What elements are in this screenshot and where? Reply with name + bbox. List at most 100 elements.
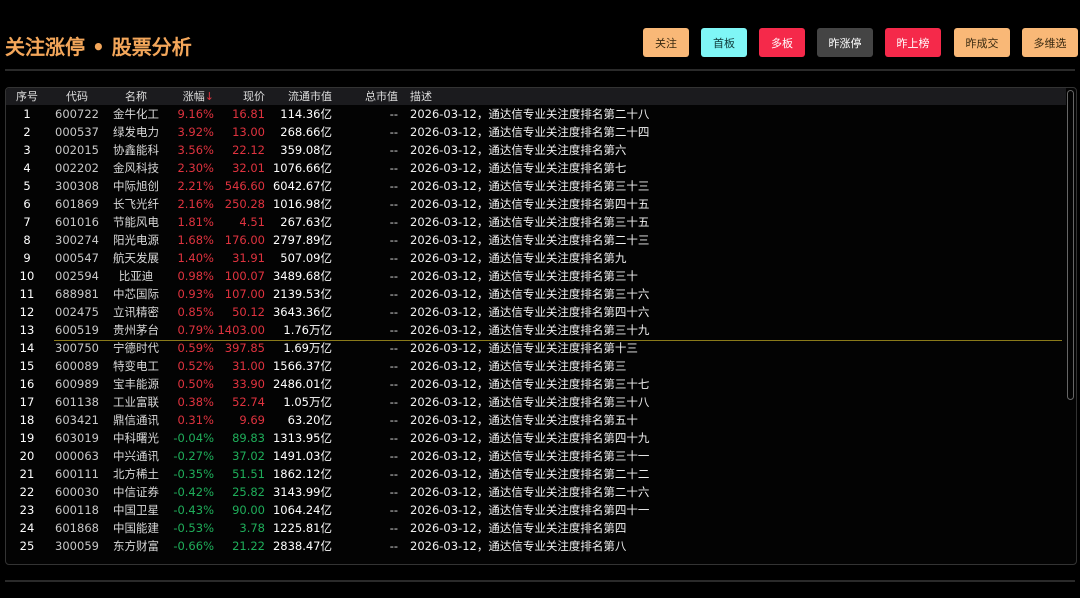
col-desc[interactable]: 描述 [410,88,432,105]
cell-name: 中科曙光 [113,431,159,445]
table-row[interactable]: 10 002594 比亚迪 0.98% 100.07 3489.68亿 -- 2026-03-… [6,267,1066,285]
cell-desc: 2026-03-12，通达信专业关注度排名第三十五 [410,215,650,229]
cell-price: 33.90 [232,377,265,391]
page-title: 关注涨停 • 股票分析 [5,35,192,59]
filter-button-2[interactable]: 首板 [701,28,747,57]
col-total-cap[interactable]: 总市值 [336,88,398,105]
table-row[interactable]: 18 603421 鼎信通讯 0.31% 9.69 63.20亿 -- 2026-03-12，… [6,411,1066,429]
cell-code: 603019 [55,431,99,445]
table-row[interactable]: 2 000537 绿发电力 3.92% 13.00 268.66亿 -- 2026-03-12… [6,123,1066,141]
table-row[interactable]: 20 000063 中兴通讯 -0.27% 37.02 1491.03亿 -- 2026-03… [6,447,1066,465]
cell-price: 397.85 [224,341,265,355]
table-row[interactable]: 14 300750 宁德时代 0.59% 397.85 1.69万亿 -- 2026-03-1… [6,339,1066,357]
cell-float-cap: 359.08亿 [280,143,332,157]
cell-desc: 2026-03-12，通达信专业关注度排名第九 [410,251,627,265]
cell-chg: 0.31% [177,413,214,427]
cell-chg: 0.59% [177,341,214,355]
cell-code: 601869 [55,197,99,211]
cell-float-cap: 1016.98亿 [272,197,332,211]
cell-idx: 12 [19,305,35,319]
table-row[interactable]: 6 601869 长飞光纤 2.16% 250.28 1016.98亿 -- 2026-03-… [6,195,1066,213]
table-row[interactable]: 1 600722 金牛化工 9.16% 16.81 114.36亿 -- 2026-03-12… [6,105,1066,123]
filter-button-6[interactable]: 昨成交 [954,28,1010,57]
table-row[interactable]: 13 600519 贵州茅台 0.79% 1403.00 1.76万亿 -- 2026-03-… [6,321,1066,339]
table-row[interactable]: 12 002475 立讯精密 0.85% 50.12 3643.36亿 -- 2026-03-… [6,303,1066,321]
col-idx[interactable]: 序号 [6,88,48,105]
scrollbar-thumb[interactable] [1067,90,1074,400]
filter-button-3[interactable]: 多板 [759,28,805,57]
cell-chg: 0.79% [177,323,214,337]
cell-chg: 3.92% [177,125,214,139]
table-row[interactable]: 17 601138 工业富联 0.38% 52.74 1.05万亿 -- 2026-03-12… [6,393,1066,411]
cell-name: 宝丰能源 [113,377,159,391]
table-row[interactable]: 3 002015 协鑫能科 3.56% 22.12 359.08亿 -- 2026-03-12… [6,141,1066,159]
table-row[interactable]: 11 688981 中芯国际 0.93% 107.00 2139.53亿 -- 2026-03… [6,285,1066,303]
filter-button-4[interactable]: 昨涨停 [817,28,873,57]
filter-button-7[interactable]: 多维选 [1022,28,1078,57]
cell-float-cap: 3643.36亿 [272,305,332,319]
table-row[interactable]: 25 300059 东方财富 -0.66% 21.22 2838.47亿 -- 2026-03… [6,537,1066,555]
table-row[interactable]: 8 300274 阳光电源 1.68% 176.00 2797.89亿 -- 2026-03-… [6,231,1066,249]
cell-total-cap: -- [389,377,398,391]
col-code[interactable]: 代码 [51,88,103,105]
cell-code: 600722 [55,107,99,121]
cell-chg: 0.93% [177,287,214,301]
cell-float-cap: 268.66亿 [280,125,332,139]
cell-chg: -0.42% [173,485,214,499]
cell-name: 航天发展 [113,251,159,265]
cell-price: 176.00 [224,233,265,247]
table-row[interactable]: 7 601016 节能风电 1.81% 4.51 267.63亿 -- 2026-03-12，… [6,213,1066,231]
table-row[interactable]: 15 600089 特变电工 0.52% 31.00 1566.37亿 -- 2026-03-… [6,357,1066,375]
cell-price: 22.12 [232,143,265,157]
table-row[interactable]: 9 000547 航天发展 1.40% 31.91 507.09亿 -- 2026-03-12… [6,249,1066,267]
cell-idx: 20 [19,449,35,463]
cell-float-cap: 1491.03亿 [272,449,332,463]
cell-total-cap: -- [389,143,398,157]
cell-float-cap: 2838.47亿 [272,539,332,553]
cell-name: 立讯精密 [113,305,159,319]
col-float-cap[interactable]: 流通市值 [268,88,332,105]
col-change-label: 涨幅 [182,90,205,103]
cell-chg: -0.43% [173,503,214,517]
table-row[interactable]: 24 601868 中国能建 -0.53% 3.78 1225.81亿 -- 2026-03-… [6,519,1066,537]
cell-float-cap: 1225.81亿 [272,521,332,535]
cell-desc: 2026-03-12，通达信专业关注度排名第八 [410,539,627,553]
cell-name: 协鑫能科 [113,143,159,157]
cell-name: 长飞光纤 [113,197,159,211]
cell-idx: 4 [23,161,31,175]
cell-name: 中信证券 [113,485,159,499]
table-row[interactable]: 5 300308 中际旭创 2.21% 546.60 6042.67亿 -- 2026-03-… [6,177,1066,195]
cell-name: 北方稀土 [113,467,159,481]
cell-total-cap: -- [389,269,398,283]
cell-idx: 6 [23,197,31,211]
cell-total-cap: -- [389,539,398,553]
filter-button-5[interactable]: 昨上榜 [885,28,941,57]
cell-desc: 2026-03-12，通达信专业关注度排名第四十六 [410,305,650,319]
col-price[interactable]: 现价 [216,88,265,105]
cell-chg: 0.52% [177,359,214,373]
cell-name: 比亚迪 [118,269,154,283]
cell-desc: 2026-03-12，通达信专业关注度排名第三十 [410,269,638,283]
cell-chg: -0.27% [173,449,214,463]
filter-button-1[interactable]: 关注 [643,28,689,57]
col-change[interactable]: 涨幅↓ [166,88,214,105]
table-row[interactable]: 19 603019 中科曙光 -0.04% 89.83 1313.95亿 -- 2026-03… [6,429,1066,447]
table-row[interactable]: 23 600118 中国卫星 -0.43% 90.00 1064.24亿 -- 2026-03… [6,501,1066,519]
cell-idx: 5 [23,179,31,193]
cell-total-cap: -- [389,467,398,481]
table-row[interactable]: 22 600030 中信证券 -0.42% 25.82 3143.99亿 -- 2026-03… [6,483,1066,501]
table-row[interactable]: 4 002202 金风科技 2.30% 32.01 1076.66亿 -- 2026-03-1… [6,159,1066,177]
cell-float-cap: 1862.12亿 [272,467,332,481]
cell-total-cap: -- [389,125,398,139]
cell-price: 21.22 [232,539,265,553]
table-row[interactable]: 21 600111 北方稀土 -0.35% 51.51 1862.12亿 -- 2026-03… [6,465,1066,483]
cell-code: 002475 [55,305,99,319]
cell-desc: 2026-03-12，通达信专业关注度排名第三十一 [410,449,650,463]
col-name[interactable]: 名称 [108,88,164,105]
cell-name: 特变电工 [113,359,159,373]
cell-total-cap: -- [389,395,398,409]
row-divider-highlight [54,340,1062,341]
table-row[interactable]: 16 600989 宝丰能源 0.50% 33.90 2486.01亿 -- 2026-03-… [6,375,1066,393]
cell-name: 工业富联 [113,395,159,409]
cell-desc: 2026-03-12，通达信专业关注度排名第二十二 [410,467,650,481]
